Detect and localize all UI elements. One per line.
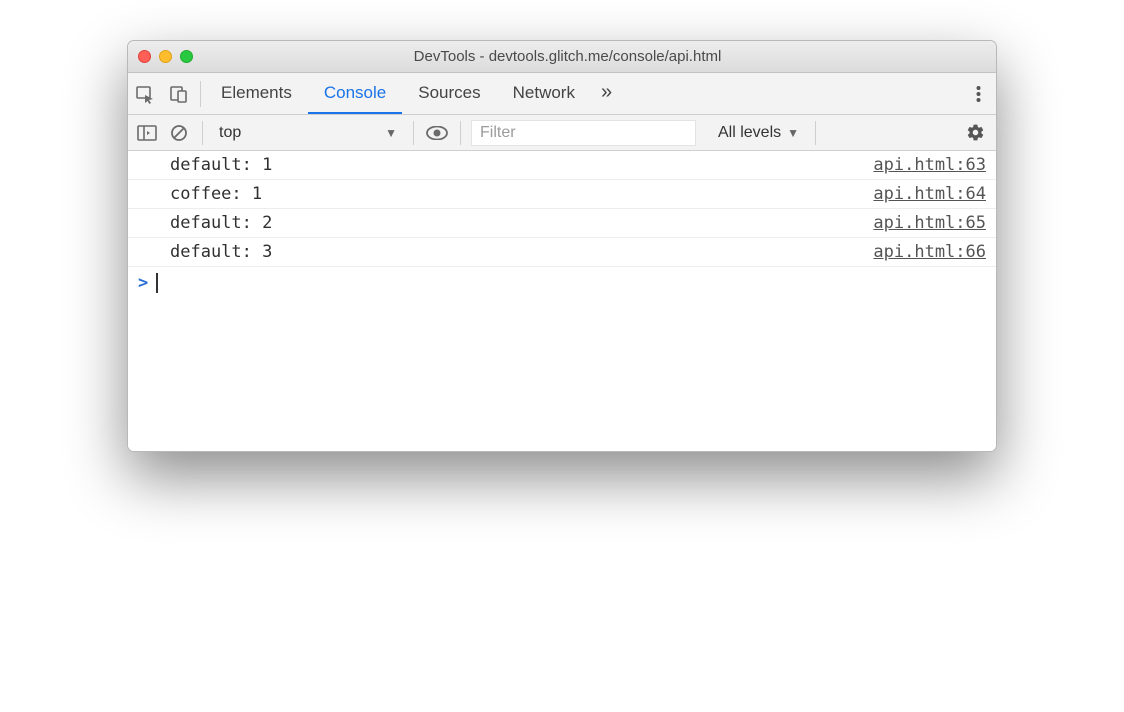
- window-title: DevTools - devtools.glitch.me/console/ap…: [149, 48, 986, 65]
- settings-menu-button[interactable]: [960, 73, 996, 114]
- execution-context-label: top: [219, 124, 241, 142]
- tabs-overflow-button[interactable]: »: [591, 73, 622, 114]
- log-level-label: All levels: [718, 124, 781, 142]
- execution-context-selector[interactable]: top ▼: [213, 120, 403, 146]
- log-source-link[interactable]: api.html:64: [873, 184, 986, 204]
- log-message: default: 2: [170, 213, 272, 233]
- live-expression-icon[interactable]: [424, 120, 450, 146]
- dropdown-caret-icon: ▼: [787, 126, 799, 140]
- devtools-window: DevTools - devtools.glitch.me/console/ap…: [127, 40, 997, 452]
- console-filter-input[interactable]: [471, 120, 696, 146]
- console-sidebar-toggle-icon[interactable]: [134, 120, 160, 146]
- log-source-link[interactable]: api.html:65: [873, 213, 986, 233]
- console-toolbar-divider: [413, 121, 414, 145]
- toolbar-divider: [200, 81, 201, 107]
- inspect-element-icon[interactable]: [128, 73, 162, 115]
- log-source-link[interactable]: api.html:66: [873, 242, 986, 262]
- titlebar: DevTools - devtools.glitch.me/console/ap…: [128, 41, 996, 73]
- log-row: coffee: 1 api.html:64: [128, 180, 996, 209]
- log-row: default: 2 api.html:65: [128, 209, 996, 238]
- log-source-link[interactable]: api.html:63: [873, 155, 986, 175]
- console-toolbar-divider: [202, 121, 203, 145]
- console-toolbar-divider: [460, 121, 461, 145]
- prompt-chevron-icon: >: [138, 273, 148, 293]
- tab-network[interactable]: Network: [497, 73, 591, 114]
- prompt-caret: [156, 273, 158, 293]
- log-message: default: 3: [170, 242, 272, 262]
- log-level-selector[interactable]: All levels ▼: [712, 124, 805, 142]
- log-row: default: 1 api.html:63: [128, 151, 996, 180]
- console-toolbar-divider: [815, 121, 816, 145]
- console-prompt[interactable]: >: [128, 267, 996, 299]
- console-settings-icon[interactable]: [960, 123, 990, 142]
- main-toolbar: Elements Console Sources Network »: [128, 73, 996, 115]
- tab-sources[interactable]: Sources: [402, 73, 496, 114]
- device-toolbar-icon[interactable]: [162, 73, 196, 115]
- log-row: default: 3 api.html:66: [128, 238, 996, 267]
- tab-console[interactable]: Console: [308, 73, 402, 114]
- console-output: default: 1 api.html:63 coffee: 1 api.htm…: [128, 151, 996, 451]
- dropdown-caret-icon: ▼: [385, 126, 397, 140]
- console-toolbar: top ▼ All levels ▼: [128, 115, 996, 151]
- log-message: coffee: 1: [170, 184, 262, 204]
- panel-tabs: Elements Console Sources Network »: [205, 73, 622, 114]
- log-message: default: 1: [170, 155, 272, 175]
- tab-elements[interactable]: Elements: [205, 73, 308, 114]
- clear-console-icon[interactable]: [166, 120, 192, 146]
